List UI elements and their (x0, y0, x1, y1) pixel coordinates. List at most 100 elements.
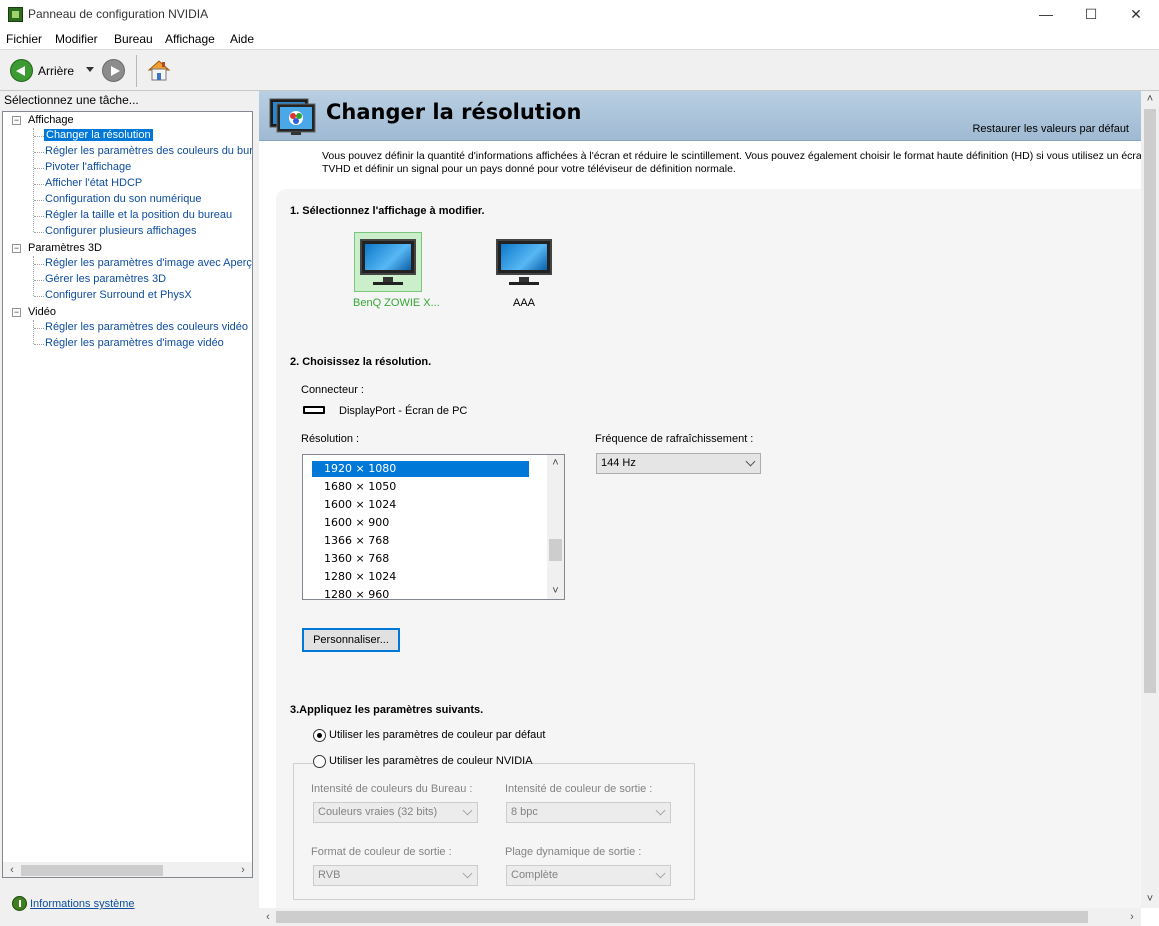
tree-line (33, 320, 34, 344)
section-2-title: 2. Choisissez la résolution. (290, 356, 432, 368)
radio-button[interactable] (313, 755, 326, 768)
back-button-label[interactable]: Arrière (38, 64, 74, 78)
sidebar-item-image-video[interactable]: Régler les paramètres d'image vidéo (45, 337, 224, 349)
scroll-thumb[interactable] (549, 539, 562, 561)
nvidia-color-group: Intensité de couleurs du Bureau : Couleu… (293, 763, 695, 900)
sidebar-item-hdcp[interactable]: Afficher l'état HDCP (45, 177, 142, 189)
menu-bureau[interactable]: Bureau (114, 32, 153, 46)
resolution-option[interactable]: 1360 × 768 (312, 551, 529, 567)
tree-group-affichage[interactable]: Affichage (28, 114, 74, 126)
display-benq[interactable]: BenQ ZOWIE X... (353, 232, 440, 309)
sidebar-item-taille-position[interactable]: Régler la taille et la position du burea… (45, 209, 232, 221)
close-button[interactable]: ✕ (1113, 0, 1159, 29)
desktop-depth-label: Intensité de couleurs du Bureau : (311, 783, 473, 795)
display-settings-icon (269, 98, 316, 135)
resolution-option[interactable]: 1680 × 1050 (312, 479, 529, 495)
refresh-rate-select[interactable]: 144 Hz (596, 453, 761, 474)
chevron-down-icon (462, 868, 473, 879)
scroll-down-icon[interactable]: ˅ (1141, 891, 1159, 907)
output-format-select[interactable]: RVB (313, 865, 478, 886)
expander-affichage-icon[interactable]: − (12, 116, 21, 125)
tree-line (33, 256, 34, 296)
sidebar-item-pivoter[interactable]: Pivoter l'affichage (45, 161, 131, 173)
refresh-rate-value: 144 Hz (601, 457, 636, 469)
scroll-thumb[interactable] (276, 911, 1088, 923)
output-depth-value: 8 bpc (511, 806, 538, 818)
scroll-down-icon[interactable]: ˅ (547, 583, 564, 599)
radio-label: Utiliser les paramètres de couleur NVIDI… (329, 755, 533, 767)
customize-button[interactable]: Personnaliser... (302, 628, 400, 652)
back-arrow-icon[interactable] (10, 59, 33, 82)
scroll-up-icon[interactable]: ˄ (547, 455, 564, 471)
toolbar: Arrière (0, 49, 1159, 91)
section-3-title: 3.Appliquez les paramètres suivants. (290, 704, 484, 716)
sidebar-item-plusieurs-affichages[interactable]: Configurer plusieurs affichages (45, 225, 196, 237)
sidebar-item-son-numerique[interactable]: Configuration du son numérique (45, 193, 202, 205)
menu-aide[interactable]: Aide (230, 32, 254, 46)
dynamic-range-select[interactable]: Complète (506, 865, 671, 886)
tree-group-video[interactable]: Vidéo (28, 306, 56, 318)
desktop-depth-value: Couleurs vraies (32 bits) (318, 806, 438, 818)
tree-line (34, 200, 44, 201)
chevron-down-icon (655, 868, 666, 879)
scroll-thumb[interactable] (1144, 109, 1156, 693)
sidebar-item-couleurs-bureau[interactable]: Régler les paramètres des couleurs du bu… (45, 145, 252, 157)
content-vscrollbar[interactable]: ˄ ˅ (1141, 91, 1159, 908)
restore-defaults-link[interactable]: Restaurer les valeurs par défaut (972, 123, 1129, 135)
menu-fichier[interactable]: Fichier (6, 32, 42, 46)
output-format-label: Format de couleur de sortie : (311, 846, 452, 858)
history-dropdown-icon[interactable] (86, 67, 94, 72)
resolution-option[interactable]: 1366 × 768 (312, 533, 529, 549)
scroll-thumb[interactable] (21, 865, 163, 876)
resolution-scrollbar[interactable]: ˄ ˅ (547, 455, 564, 599)
menu-modifier[interactable]: Modifier (55, 32, 98, 46)
monitor-icon (358, 237, 418, 287)
sidebar-item-surround-physx[interactable]: Configurer Surround et PhysX (45, 289, 192, 301)
desktop-depth-select[interactable]: Couleurs vraies (32 bits) (313, 802, 478, 823)
displayport-icon (303, 406, 325, 414)
task-tree-hscrollbar[interactable]: ‹ › (2, 862, 253, 878)
system-info-link[interactable]: Informations système (30, 898, 135, 910)
resolution-option[interactable]: 1600 × 1024 (312, 497, 529, 513)
output-depth-select[interactable]: 8 bpc (506, 802, 671, 823)
sidebar-item-image-apercu[interactable]: Régler les paramètres d'image avec Aperç… (45, 257, 252, 269)
output-depth-label: Intensité de couleur de sortie : (505, 783, 653, 795)
sidebar-item-changer-resolution[interactable]: Changer la résolution (44, 129, 153, 141)
radio-nvidia-colors[interactable]: Utiliser les paramètres de couleur NVIDI… (313, 755, 533, 769)
connector-value: DisplayPort - Écran de PC (339, 405, 468, 417)
display-aaa[interactable]: AAA (489, 232, 559, 309)
scroll-left-icon[interactable]: ‹ (5, 863, 19, 877)
task-tree[interactable]: − Affichage Changer la résolution Régler… (2, 111, 253, 873)
scroll-right-icon[interactable]: › (1125, 910, 1139, 924)
display-label: AAA (512, 297, 535, 309)
resolution-option[interactable]: 1920 × 1080 (312, 461, 529, 477)
chevron-down-icon (462, 805, 473, 816)
scroll-right-icon[interactable]: › (236, 863, 250, 877)
dynamic-range-label: Plage dynamique de sortie : (505, 846, 642, 858)
resolution-option[interactable]: 1280 × 1024 (312, 569, 529, 585)
minimize-button[interactable]: — (1023, 0, 1069, 29)
tree-line (34, 328, 44, 329)
tree-line (34, 168, 44, 169)
resolution-option[interactable]: 1280 × 960 (312, 587, 529, 599)
sidebar-item-gerer-3d[interactable]: Gérer les paramètres 3D (45, 273, 166, 285)
resolution-option[interactable]: 1600 × 900 (312, 515, 529, 531)
tree-line (34, 136, 44, 137)
tree-line (34, 296, 44, 297)
scroll-left-icon[interactable]: ‹ (261, 910, 275, 924)
refresh-rate-label: Fréquence de rafraîchissement : (595, 433, 754, 445)
content-hscrollbar[interactable]: ‹ › (259, 908, 1141, 926)
scroll-up-icon[interactable]: ˄ (1141, 91, 1159, 107)
resolution-listbox[interactable]: 1920 × 1080 1680 × 1050 1600 × 1024 1600… (302, 454, 565, 600)
maximize-button[interactable]: ☐ (1068, 0, 1114, 29)
expander-video-icon[interactable]: − (12, 308, 21, 317)
tree-group-parametres-3d[interactable]: Paramètres 3D (28, 242, 102, 254)
forward-arrow-icon[interactable] (102, 59, 125, 82)
menu-affichage[interactable]: Affichage (165, 32, 215, 46)
system-info-icon[interactable] (12, 896, 27, 911)
home-icon[interactable] (147, 58, 171, 82)
chevron-down-icon (655, 805, 666, 816)
sidebar-item-couleurs-video[interactable]: Régler les paramètres des couleurs vidéo (45, 321, 248, 333)
expander-parametres-3d-icon[interactable]: − (12, 244, 21, 253)
radio-button[interactable] (313, 729, 326, 742)
